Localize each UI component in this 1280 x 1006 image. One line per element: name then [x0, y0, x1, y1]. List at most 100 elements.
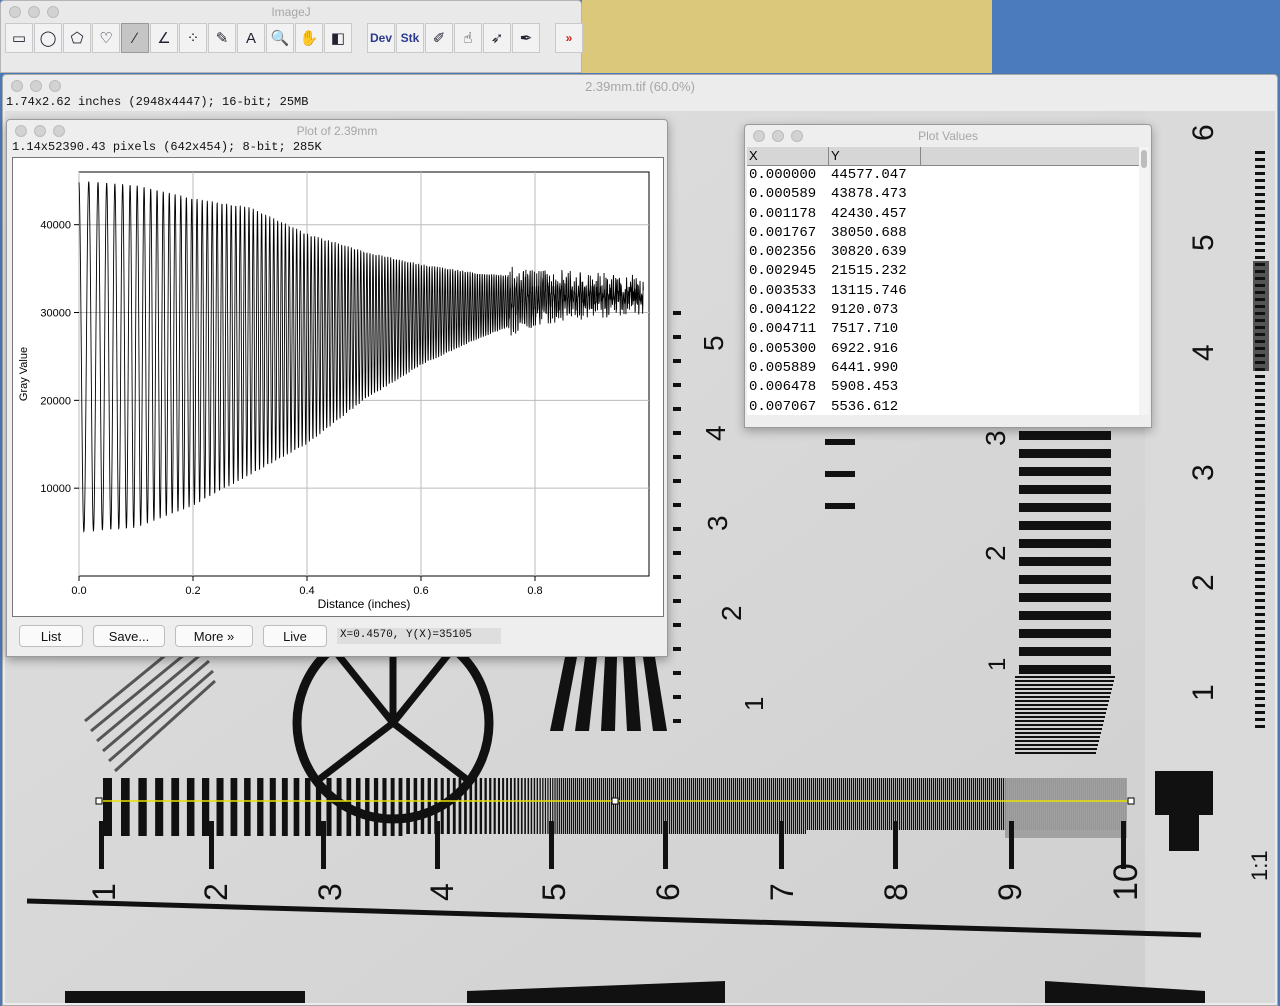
- plot-area[interactable]: 0.0 0.2 0.4 0.6 0.8 10000 20000 30000 40000 Dista…: [12, 157, 664, 617]
- close-button[interactable]: [753, 130, 765, 142]
- more-tools[interactable]: »: [555, 23, 583, 53]
- target-number-label: 1: [86, 883, 122, 901]
- image-titlebar[interactable]: 2.39mm.tif (60.0%): [3, 75, 1277, 97]
- zoom-button[interactable]: [49, 80, 61, 92]
- bar-pattern-bar: [1002, 778, 1005, 830]
- table-row[interactable]: 0.002356 30820.639: [747, 243, 1139, 262]
- ruler-tick: [1255, 431, 1265, 434]
- bar-pattern-bar: [756, 778, 759, 834]
- column-header-y[interactable]: Y: [829, 147, 921, 165]
- table-row[interactable]: 0.005300 6922.916: [747, 340, 1139, 359]
- ruler-tick: [1255, 515, 1265, 518]
- more-button[interactable]: More »: [175, 625, 253, 647]
- bar-pattern-bar: [230, 778, 238, 836]
- vertical-scrollbar[interactable]: [1139, 147, 1149, 415]
- live-button[interactable]: Live: [263, 625, 327, 647]
- minimize-button[interactable]: [34, 125, 46, 137]
- close-button[interactable]: [9, 6, 21, 18]
- bar-pattern-bar: [702, 778, 705, 834]
- arrow-icon: ➶: [490, 30, 504, 47]
- point-tool[interactable]: ⁘: [179, 23, 207, 53]
- dev-menu[interactable]: Dev: [367, 23, 395, 53]
- minimize-button[interactable]: [772, 130, 784, 142]
- zoom-button[interactable]: [791, 130, 803, 142]
- target-number-label: 4: [1187, 344, 1220, 361]
- close-button[interactable]: [11, 80, 23, 92]
- ruler-tick: [1255, 305, 1265, 308]
- bar-pattern-bar: [858, 778, 861, 830]
- table-row[interactable]: 0.001767 38050.688: [747, 224, 1139, 243]
- wand-tool[interactable]: ✎: [208, 23, 236, 53]
- table-row[interactable]: 0.000000 44577.047: [747, 166, 1139, 185]
- bar-pattern-bar: [904, 778, 907, 830]
- zoom-tool[interactable]: 🔍: [266, 23, 294, 53]
- cell-x: 0.000589: [749, 186, 817, 203]
- zoom-button[interactable]: [53, 125, 65, 137]
- plot-titlebar[interactable]: Plot of 2.39mm: [7, 120, 667, 142]
- arrow-tool[interactable]: ➶: [483, 23, 511, 53]
- bar-pattern-bar: [908, 778, 911, 830]
- bar-pattern-bar: [962, 778, 965, 830]
- bar-pattern-bar: [1015, 700, 1109, 702]
- text-tool[interactable]: A: [237, 23, 265, 53]
- bar-pattern-bar: [804, 778, 807, 834]
- polygon-tool[interactable]: ⬠: [63, 23, 91, 53]
- bar-pattern-bar: [854, 778, 857, 830]
- ruler-tick: [1255, 620, 1265, 623]
- flood-tool[interactable]: ☝: [454, 23, 482, 53]
- table-row[interactable]: 0.002945 21515.232: [747, 262, 1139, 281]
- ruler-tick: [1255, 529, 1265, 532]
- ruler-tick: [673, 383, 681, 387]
- color-picker-tool[interactable]: ◧: [324, 23, 352, 53]
- bar-pattern-bar: [1015, 692, 1111, 694]
- freehand-tool[interactable]: ♡: [92, 23, 120, 53]
- hand-tool[interactable]: ✋: [295, 23, 323, 53]
- table-row[interactable]: 0.004711 7517.710: [747, 320, 1139, 339]
- imagej-titlebar[interactable]: ImageJ: [1, 1, 581, 22]
- table-row[interactable]: 0.007067 5536.612: [747, 398, 1139, 415]
- values-table[interactable]: X Y 0.000000 44577.047 0.000589 43878.473 0.…: [747, 147, 1139, 415]
- bar-pattern-bar: [950, 778, 953, 830]
- table-row[interactable]: 0.003533 13115.746: [747, 282, 1139, 301]
- minimize-button[interactable]: [28, 6, 40, 18]
- bar-pattern-bar: [976, 778, 979, 830]
- bar-pattern-bar: [874, 778, 877, 830]
- image-info: 1.74x2.62 inches (2948x4447); 16-bit; 25…: [6, 95, 309, 109]
- table-row[interactable]: 0.005889 6441.990: [747, 359, 1139, 378]
- ruler-tick: [1255, 725, 1265, 728]
- save-button[interactable]: Save...: [93, 625, 165, 647]
- table-row[interactable]: 0.004122 9120.073: [747, 301, 1139, 320]
- minimize-button[interactable]: [30, 80, 42, 92]
- list-button[interactable]: List: [19, 625, 83, 647]
- bar-pattern-bar: [938, 778, 941, 830]
- bar-pattern-bar: [576, 778, 579, 834]
- bar-pattern-bar: [355, 778, 361, 836]
- line-tool[interactable]: ∕: [121, 23, 149, 53]
- rectangle-tool[interactable]: ▭: [5, 23, 33, 53]
- line-handle-mid[interactable]: [611, 797, 619, 805]
- bar-pattern-bar: [838, 778, 841, 830]
- bar-pattern-bar: [860, 778, 863, 830]
- values-titlebar[interactable]: Plot Values: [745, 125, 1151, 147]
- table-row[interactable]: 0.001178 42430.457: [747, 205, 1139, 224]
- ruler-tick: [1255, 235, 1265, 238]
- close-button[interactable]: [15, 125, 27, 137]
- ruler-tick: [1255, 186, 1265, 189]
- scrollbar-thumb[interactable]: [1141, 150, 1147, 168]
- stk-menu[interactable]: Stk: [396, 23, 424, 53]
- table-row[interactable]: 0.006478 5908.453: [747, 378, 1139, 397]
- oval-tool[interactable]: ◯: [34, 23, 62, 53]
- brush-tool[interactable]: ✐: [425, 23, 453, 53]
- target-number-label: 6: [1187, 124, 1220, 141]
- angle-tool[interactable]: ∠: [150, 23, 178, 53]
- ruler-tick: [1255, 165, 1265, 168]
- pencil-tool[interactable]: ✒: [512, 23, 540, 53]
- ruler-tick: [1255, 445, 1265, 448]
- table-row[interactable]: 0.000589 43878.473: [747, 185, 1139, 204]
- bar-pattern-bar: [682, 778, 685, 834]
- line-handle-end[interactable]: [1127, 797, 1135, 805]
- bar-pattern-bar: [315, 778, 322, 836]
- line-handle-start[interactable]: [95, 797, 103, 805]
- zoom-button[interactable]: [47, 6, 59, 18]
- column-header-x[interactable]: X: [747, 147, 829, 165]
